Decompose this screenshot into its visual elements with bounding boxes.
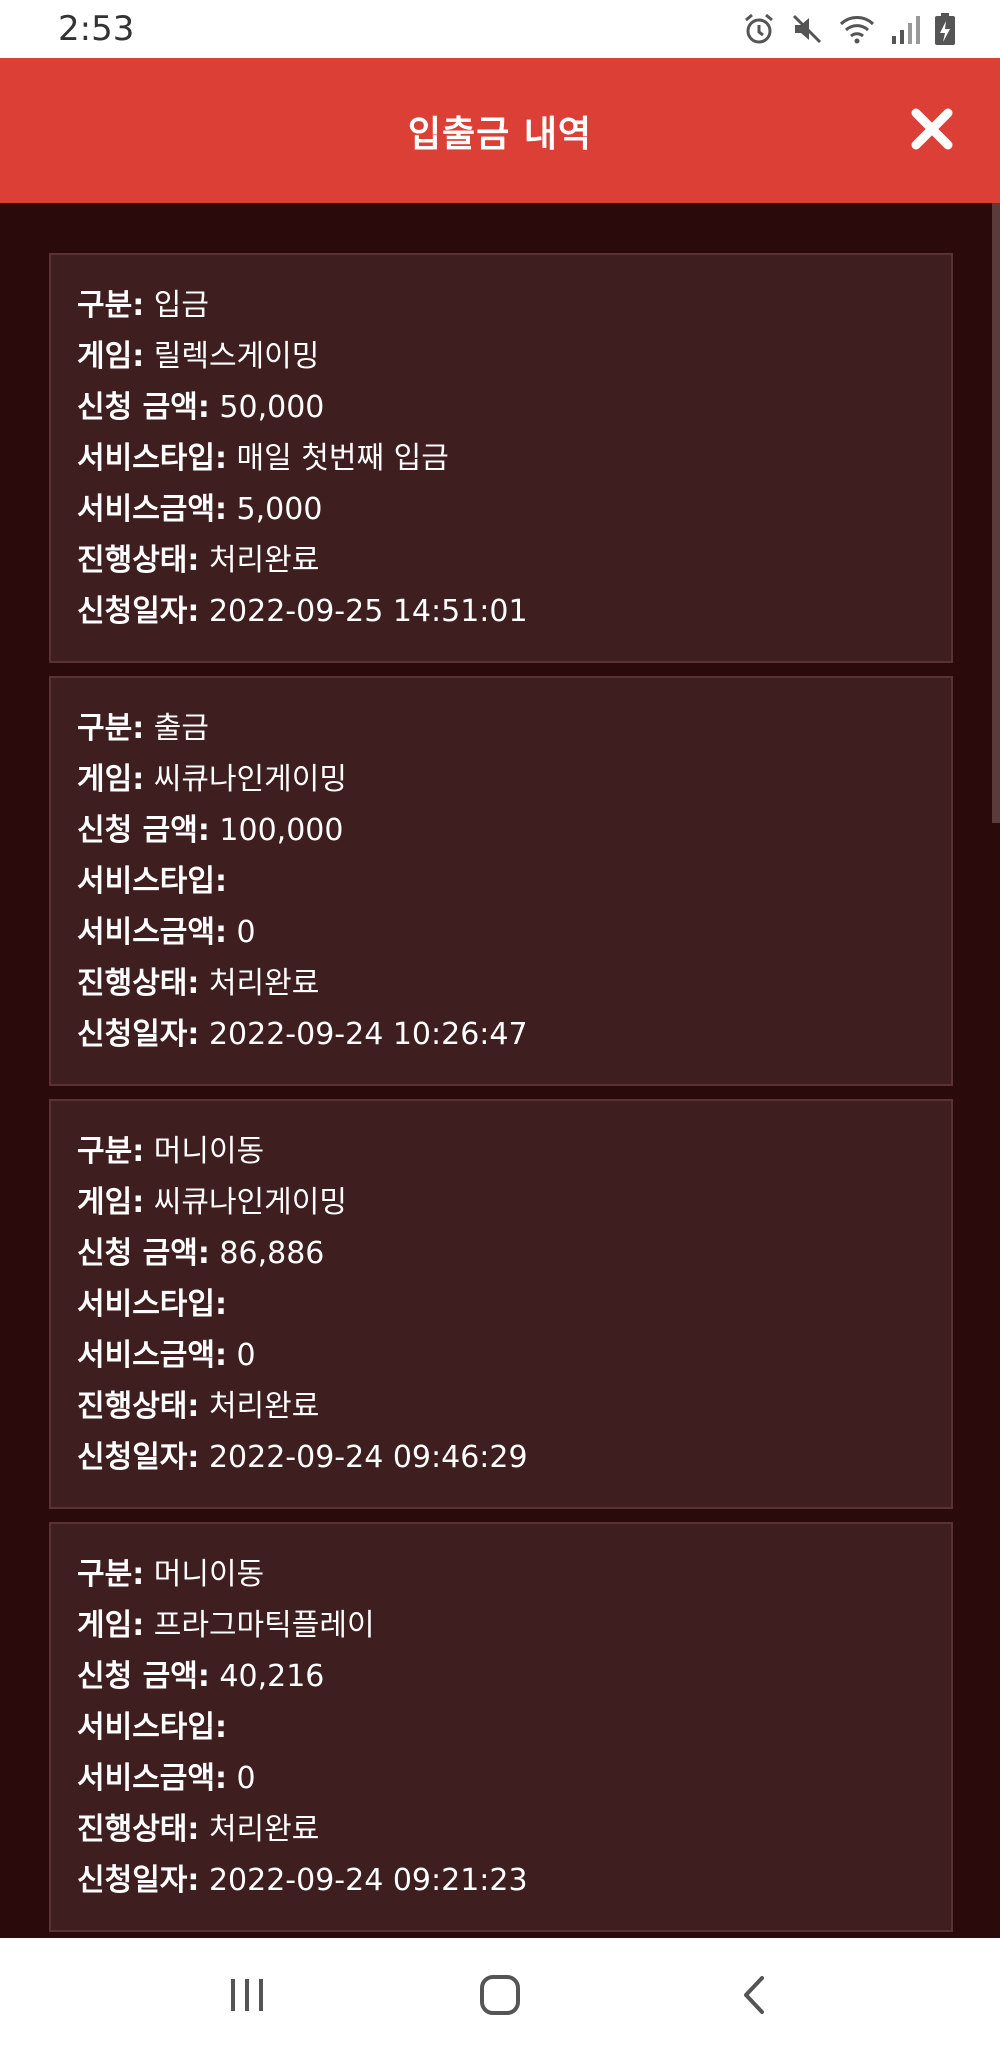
field-game: 게임: 릴렉스게이밍 bbox=[77, 339, 320, 374]
screen: 2:53 입출금 내역 구분: 입금 게임: 릴렉스게이밍 신청 금액: 50,… bbox=[0, 0, 1000, 2056]
field-service-amount: 서비스금액: 5,000 bbox=[77, 492, 323, 527]
field-game: 게임: 프라그마틱플레이 bbox=[77, 1608, 375, 1643]
transaction-card: 구분: 입금 게임: 릴렉스게이밍 신청 금액: 50,000 서비스타입: 매… bbox=[49, 253, 953, 663]
transaction-card: 구분: 출금 게임: 씨큐나인게이밍 신청 금액: 100,000 서비스타입:… bbox=[49, 676, 953, 1086]
field-status: 진행상태: 처리완료 bbox=[77, 1812, 320, 1847]
transaction-card: 구분: 머니이동 게임: 씨큐나인게이밍 신청 금액: 86,886 서비스타입… bbox=[49, 1099, 953, 1509]
field-service-amount: 서비스금액: 0 bbox=[77, 1338, 256, 1373]
page-title: 입출금 내역 bbox=[407, 113, 593, 155]
field-type: 구분: 머니이동 bbox=[77, 1134, 265, 1169]
status-bar: 2:53 bbox=[0, 0, 1000, 58]
field-status: 진행상태: 처리완료 bbox=[77, 1389, 320, 1424]
field-amount: 신청 금액: 50,000 bbox=[77, 390, 325, 425]
field-status: 진행상태: 처리완료 bbox=[77, 966, 320, 1001]
status-icons bbox=[742, 12, 956, 46]
home-icon bbox=[479, 1974, 521, 2020]
field-service-amount: 서비스금액: 0 bbox=[77, 1761, 256, 1796]
field-status: 진행상태: 처리완료 bbox=[77, 543, 320, 578]
status-time: 2:53 bbox=[58, 9, 135, 49]
field-date: 신청일자: 2022-09-24 09:46:29 bbox=[77, 1440, 528, 1475]
transaction-card: 구분: 머니이동 게임: 프라그마틱플레이 신청 금액: 40,216 서비스타… bbox=[49, 1522, 953, 1932]
field-game: 게임: 씨큐나인게이밍 bbox=[77, 762, 347, 797]
mute-icon bbox=[790, 12, 824, 46]
field-service-amount: 서비스금액: 0 bbox=[77, 915, 256, 950]
recent-apps-button[interactable] bbox=[207, 1957, 287, 2037]
recent-apps-icon bbox=[227, 1977, 267, 2017]
field-type: 구분: 입금 bbox=[77, 288, 209, 323]
signal-icon bbox=[890, 12, 920, 46]
back-button[interactable] bbox=[713, 1957, 793, 2037]
field-date: 신청일자: 2022-09-24 10:26:47 bbox=[77, 1017, 528, 1052]
field-service-type: 서비스타입: bbox=[77, 864, 227, 899]
battery-charging-icon bbox=[934, 12, 956, 46]
field-amount: 신청 금액: 40,216 bbox=[77, 1659, 325, 1694]
field-type: 구분: 출금 bbox=[77, 711, 209, 746]
field-date: 신청일자: 2022-09-24 09:21:23 bbox=[77, 1863, 528, 1898]
navigation-bar bbox=[0, 1938, 1000, 2056]
close-button[interactable] bbox=[902, 101, 962, 161]
wifi-icon bbox=[838, 12, 876, 46]
field-amount: 신청 금액: 100,000 bbox=[77, 813, 344, 848]
field-service-type: 서비스타입: bbox=[77, 1710, 227, 1745]
field-amount: 신청 금액: 86,886 bbox=[77, 1236, 325, 1271]
close-icon bbox=[910, 107, 954, 155]
field-service-type: 서비스타입: bbox=[77, 1287, 227, 1322]
back-icon bbox=[738, 1974, 768, 2020]
field-date: 신청일자: 2022-09-25 14:51:01 bbox=[77, 594, 528, 629]
alarm-icon bbox=[742, 12, 776, 46]
field-service-type: 서비스타입: 매일 첫번째 입금 bbox=[77, 441, 449, 476]
scrollbar[interactable] bbox=[992, 203, 1000, 823]
field-type: 구분: 머니이동 bbox=[77, 1557, 265, 1592]
home-button[interactable] bbox=[460, 1957, 540, 2037]
header: 입출금 내역 bbox=[0, 58, 1000, 203]
field-game: 게임: 씨큐나인게이밍 bbox=[77, 1185, 347, 1220]
transaction-list[interactable]: 구분: 입금 게임: 릴렉스게이밍 신청 금액: 50,000 서비스타입: 매… bbox=[0, 203, 1000, 1938]
